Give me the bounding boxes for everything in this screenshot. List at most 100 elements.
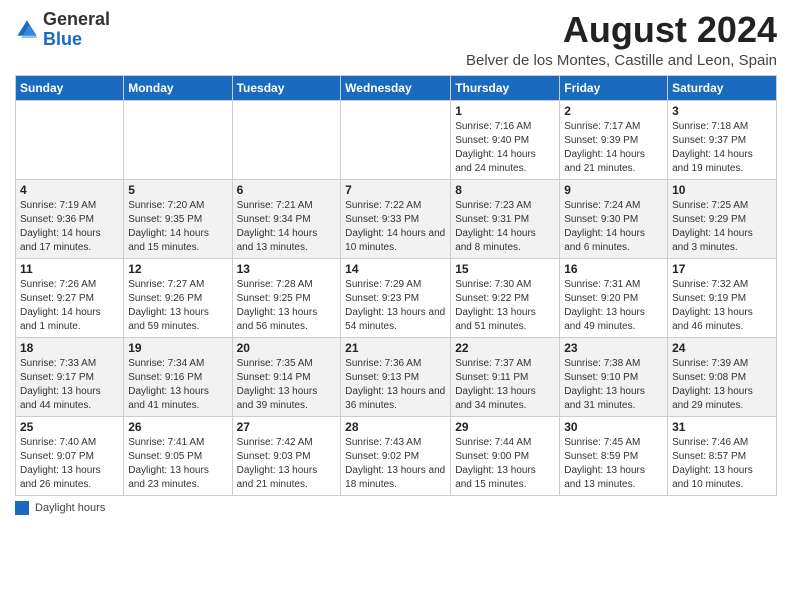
calendar-cell: 29 Sunrise: 7:44 AM Sunset: 9:00 PM Dayli…	[451, 416, 560, 495]
calendar-cell: 30 Sunrise: 7:45 AM Sunset: 8:59 PM Dayli…	[560, 416, 668, 495]
day-info: Sunrise: 7:45 AM Sunset: 8:59 PM Dayligh…	[564, 436, 663, 492]
footer: Daylight hours	[15, 501, 777, 515]
calendar-cell: 7 Sunrise: 7:22 AM Sunset: 9:33 PM Daylig…	[341, 179, 451, 258]
day-number: 25	[20, 420, 119, 434]
day-info: Sunrise: 7:26 AM Sunset: 9:27 PM Dayligh…	[20, 278, 119, 334]
col-header-saturday: Saturday	[668, 75, 777, 100]
day-info: Sunrise: 7:32 AM Sunset: 9:19 PM Dayligh…	[672, 278, 772, 334]
calendar-cell	[124, 100, 232, 179]
day-info: Sunrise: 7:24 AM Sunset: 9:30 PM Dayligh…	[564, 199, 663, 255]
day-info: Sunrise: 7:29 AM Sunset: 9:23 PM Dayligh…	[345, 278, 446, 334]
logo-text: General Blue	[43, 10, 110, 50]
calendar-cell: 24 Sunrise: 7:39 AM Sunset: 9:08 PM Dayli…	[668, 337, 777, 416]
day-number: 1	[455, 104, 555, 118]
calendar-cell: 14Sunrise: 7:29 AM Sunset: 9:23 PM Dayli…	[341, 258, 451, 337]
calendar-cell: 10Sunrise: 7:25 AM Sunset: 9:29 PM Dayli…	[668, 179, 777, 258]
calendar-cell: 28 Sunrise: 7:43 AM Sunset: 9:02 PM Dayli…	[341, 416, 451, 495]
day-info: Sunrise: 7:41 AM Sunset: 9:05 PM Dayligh…	[128, 436, 227, 492]
day-info: Sunrise: 7:30 AM Sunset: 9:22 PM Dayligh…	[455, 278, 555, 334]
col-header-friday: Friday	[560, 75, 668, 100]
calendar-cell	[341, 100, 451, 179]
day-info: Sunrise: 7:22 AM Sunset: 9:33 PM Dayligh…	[345, 199, 446, 255]
day-info: Sunrise: 7:46 AM Sunset: 8:57 PM Dayligh…	[672, 436, 772, 492]
title-block: August 2024 Belver de los Montes, Castil…	[466, 10, 777, 69]
calendar-cell: 9 Sunrise: 7:24 AM Sunset: 9:30 PM Daylig…	[560, 179, 668, 258]
col-header-sunday: Sunday	[16, 75, 124, 100]
calendar-cell: 22 Sunrise: 7:37 AM Sunset: 9:11 PM Dayli…	[451, 337, 560, 416]
calendar-cell: 3Sunrise: 7:18 AM Sunset: 9:37 PM Daylig…	[668, 100, 777, 179]
day-number: 17	[672, 262, 772, 276]
calendar-cell: 8Sunrise: 7:23 AM Sunset: 9:31 PM Daylig…	[451, 179, 560, 258]
day-number: 29	[455, 420, 555, 434]
day-number: 3	[672, 104, 772, 118]
day-info: Sunrise: 7:42 AM Sunset: 9:03 PM Dayligh…	[237, 436, 337, 492]
day-number: 7	[345, 183, 446, 197]
col-header-thursday: Thursday	[451, 75, 560, 100]
logo-general: General	[43, 9, 110, 29]
day-number: 5	[128, 183, 227, 197]
calendar-cell: 16 Sunrise: 7:31 AM Sunset: 9:20 PM Dayli…	[560, 258, 668, 337]
calendar-cell: 20 Sunrise: 7:35 AM Sunset: 9:14 PM Dayli…	[232, 337, 341, 416]
day-number: 21	[345, 341, 446, 355]
day-info: Sunrise: 7:31 AM Sunset: 9:20 PM Dayligh…	[564, 278, 663, 334]
calendar-cell: 27 Sunrise: 7:42 AM Sunset: 9:03 PM Dayli…	[232, 416, 341, 495]
day-info: Sunrise: 7:38 AM Sunset: 9:10 PM Dayligh…	[564, 357, 663, 413]
day-number: 13	[237, 262, 337, 276]
header: General Blue August 2024 Belver de los M…	[15, 10, 777, 69]
day-info: Sunrise: 7:36 AM Sunset: 9:13 PM Dayligh…	[345, 357, 446, 413]
day-number: 16	[564, 262, 663, 276]
day-info: Sunrise: 7:35 AM Sunset: 9:14 PM Dayligh…	[237, 357, 337, 413]
day-number: 26	[128, 420, 227, 434]
calendar-week-1: 4 Sunrise: 7:19 AM Sunset: 9:36 PM Daylig…	[16, 179, 777, 258]
day-info: Sunrise: 7:17 AM Sunset: 9:39 PM Dayligh…	[564, 120, 663, 176]
day-number: 15	[455, 262, 555, 276]
day-info: Sunrise: 7:44 AM Sunset: 9:00 PM Dayligh…	[455, 436, 555, 492]
calendar-cell: 11Sunrise: 7:26 AM Sunset: 9:27 PM Dayli…	[16, 258, 124, 337]
calendar-week-2: 11Sunrise: 7:26 AM Sunset: 9:27 PM Dayli…	[16, 258, 777, 337]
calendar-cell: 21 Sunrise: 7:36 AM Sunset: 9:13 PM Dayli…	[341, 337, 451, 416]
calendar-cell: 25Sunrise: 7:40 AM Sunset: 9:07 PM Dayli…	[16, 416, 124, 495]
calendar-cell: 5 Sunrise: 7:20 AM Sunset: 9:35 PM Daylig…	[124, 179, 232, 258]
day-info: Sunrise: 7:28 AM Sunset: 9:25 PM Dayligh…	[237, 278, 337, 334]
day-info: Sunrise: 7:16 AM Sunset: 9:40 PM Dayligh…	[455, 120, 555, 176]
day-info: Sunrise: 7:37 AM Sunset: 9:11 PM Dayligh…	[455, 357, 555, 413]
day-number: 28	[345, 420, 446, 434]
day-number: 18	[20, 341, 119, 355]
day-info: Sunrise: 7:43 AM Sunset: 9:02 PM Dayligh…	[345, 436, 446, 492]
day-number: 9	[564, 183, 663, 197]
daylight-hours-label: Daylight hours	[35, 502, 105, 514]
logo-icon	[15, 18, 39, 42]
location: Belver de los Montes, Castille and Leon,…	[466, 52, 777, 69]
calendar-week-4: 25Sunrise: 7:40 AM Sunset: 9:07 PM Dayli…	[16, 416, 777, 495]
day-info: Sunrise: 7:39 AM Sunset: 9:08 PM Dayligh…	[672, 357, 772, 413]
col-header-wednesday: Wednesday	[341, 75, 451, 100]
month-year: August 2024	[466, 10, 777, 50]
calendar-cell: 13 Sunrise: 7:28 AM Sunset: 9:25 PM Dayli…	[232, 258, 341, 337]
day-info: Sunrise: 7:33 AM Sunset: 9:17 PM Dayligh…	[20, 357, 119, 413]
calendar-cell: 12Sunrise: 7:27 AM Sunset: 9:26 PM Dayli…	[124, 258, 232, 337]
calendar-cell: 31Sunrise: 7:46 AM Sunset: 8:57 PM Dayli…	[668, 416, 777, 495]
day-number: 4	[20, 183, 119, 197]
calendar-cell	[232, 100, 341, 179]
calendar-header-row: SundayMondayTuesdayWednesdayThursdayFrid…	[16, 75, 777, 100]
calendar-cell: 23Sunrise: 7:38 AM Sunset: 9:10 PM Dayli…	[560, 337, 668, 416]
logo: General Blue	[15, 10, 110, 50]
calendar-cell: 1 Sunrise: 7:16 AM Sunset: 9:40 PM Daylig…	[451, 100, 560, 179]
day-info: Sunrise: 7:21 AM Sunset: 9:34 PM Dayligh…	[237, 199, 337, 255]
day-info: Sunrise: 7:19 AM Sunset: 9:36 PM Dayligh…	[20, 199, 119, 255]
calendar-cell: 26 Sunrise: 7:41 AM Sunset: 9:05 PM Dayli…	[124, 416, 232, 495]
day-number: 27	[237, 420, 337, 434]
day-info: Sunrise: 7:25 AM Sunset: 9:29 PM Dayligh…	[672, 199, 772, 255]
calendar-cell	[16, 100, 124, 179]
day-info: Sunrise: 7:20 AM Sunset: 9:35 PM Dayligh…	[128, 199, 227, 255]
day-number: 22	[455, 341, 555, 355]
calendar-cell: 17 Sunrise: 7:32 AM Sunset: 9:19 PM Dayli…	[668, 258, 777, 337]
col-header-monday: Monday	[124, 75, 232, 100]
logo-blue: Blue	[43, 29, 82, 49]
calendar-cell: 15 Sunrise: 7:30 AM Sunset: 9:22 PM Dayli…	[451, 258, 560, 337]
day-number: 30	[564, 420, 663, 434]
day-number: 20	[237, 341, 337, 355]
calendar-cell: 6Sunrise: 7:21 AM Sunset: 9:34 PM Daylig…	[232, 179, 341, 258]
calendar-table: SundayMondayTuesdayWednesdayThursdayFrid…	[15, 75, 777, 496]
day-number: 24	[672, 341, 772, 355]
